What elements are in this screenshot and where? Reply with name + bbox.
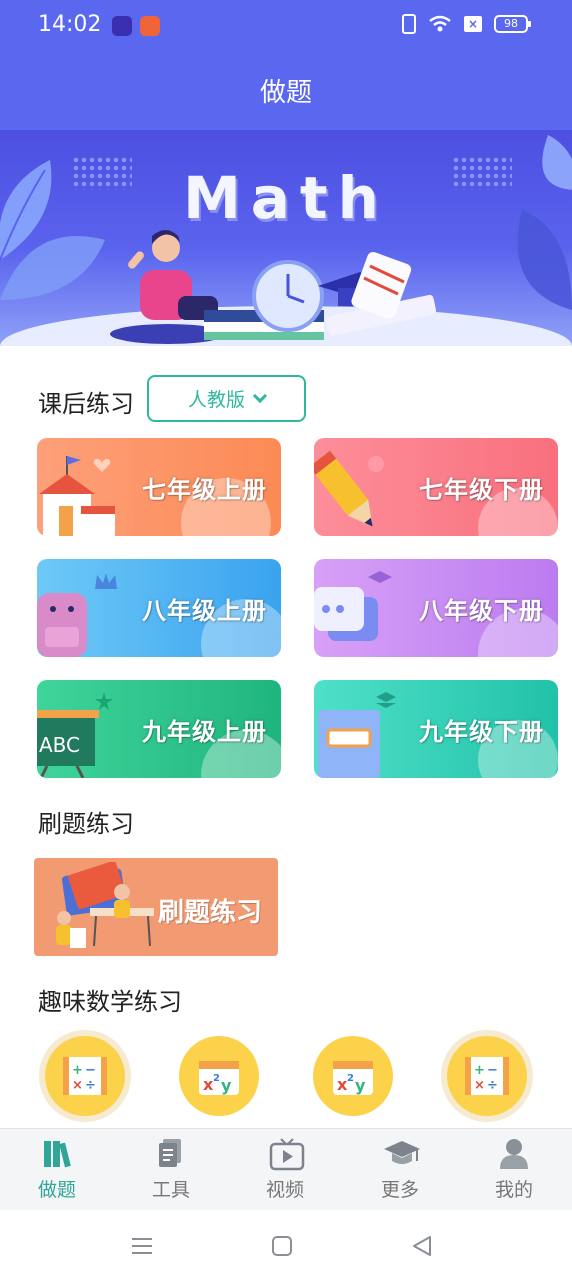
app-header: 14:02 × 98 做题 (0, 0, 572, 130)
banner-title: Math (183, 164, 389, 232)
grade-card-label: 七年级下册 (419, 476, 544, 504)
wifi-icon (429, 15, 451, 32)
no-sim-icon: × (464, 16, 482, 32)
grade-card-label: 八年级下册 (419, 597, 544, 625)
battery-level: 98 (504, 17, 518, 30)
chat-bubble-icon (314, 587, 378, 641)
chalkboard-icon: ABC (37, 710, 99, 778)
tab-more[interactable]: 更多 (360, 1137, 440, 1202)
svg-text:−: − (85, 1063, 96, 1078)
svg-text:ABC: ABC (39, 733, 80, 757)
tab-label: 工具 (151, 1179, 190, 1201)
tv-play-icon (269, 1137, 305, 1171)
drill-section-title: 刷题练习 (38, 810, 134, 838)
drill-practice-card[interactable]: 刷题练习 (34, 858, 278, 956)
svg-text:y: y (355, 1076, 366, 1095)
page-title: 做题 (259, 78, 312, 108)
backpack-icon (37, 593, 87, 657)
tab-label: 更多 (380, 1179, 419, 1201)
crown-icon (95, 573, 117, 589)
graduation-cap-icon (384, 1137, 420, 1169)
grade-card-label: 七年级上册 (142, 476, 267, 504)
equation-calendar-icon: x 2 y (199, 1061, 239, 1095)
flower-icon (368, 456, 384, 472)
heart-icon (93, 458, 111, 472)
equation-calendar-icon: x 2 y (333, 1061, 373, 1095)
tab-label: 视频 (265, 1179, 304, 1201)
notification-browser-icon (140, 16, 160, 36)
tab-video[interactable]: 视频 (245, 1137, 325, 1202)
grade-card-7-first[interactable]: 七年级上册 (37, 438, 281, 536)
arithmetic-board-icon: + − × ÷ (465, 1057, 509, 1095)
grade-card-label: 九年级上册 (142, 718, 267, 746)
svg-text:y: y (221, 1076, 232, 1095)
student-reading-illustration (110, 230, 437, 344)
fun-math-equation-1[interactable]: x 2 y (179, 1036, 259, 1116)
tab-practice[interactable]: 做题 (17, 1137, 97, 1202)
fun-math-arithmetic-2[interactable]: + − × ÷ (447, 1036, 527, 1116)
grade-card-label: 八年级上册 (142, 597, 267, 625)
arithmetic-board-icon: + − × ÷ (63, 1057, 107, 1095)
svg-text:×: × (474, 1078, 485, 1093)
status-bar: 14:02 × 98 (0, 0, 572, 52)
grade-card-7-second[interactable]: 七年级下册 (314, 438, 558, 536)
fun-math-equation-2[interactable]: x 2 y (313, 1036, 393, 1116)
drill-card-label: 刷题练习 (157, 898, 262, 928)
svg-text:−: − (487, 1063, 498, 1078)
menu-icon[interactable] (128, 1232, 156, 1260)
bottom-tab-bar: 做题 工具 视频 更多 我的 (0, 1128, 572, 1210)
clipboard-icon (155, 1137, 187, 1169)
svg-text:÷: ÷ (85, 1078, 96, 1093)
math-banner[interactable]: Math (0, 130, 572, 346)
svg-text:+: + (72, 1063, 83, 1078)
tab-label: 我的 (494, 1179, 533, 1201)
books-icon (41, 1137, 73, 1169)
system-nav-bar (0, 1210, 572, 1280)
status-time: 14:02 (38, 12, 102, 37)
grad-cap-small-icon (368, 571, 392, 583)
back-triangle-icon[interactable] (408, 1232, 436, 1260)
grade-card-label: 九年级下册 (419, 718, 544, 746)
battery-icon: 98 (494, 15, 531, 33)
svg-text:×: × (72, 1078, 83, 1093)
vibrate-icon (402, 14, 416, 34)
status-right-icons: × 98 (402, 14, 531, 34)
svg-text:÷: ÷ (487, 1078, 498, 1093)
tab-mine[interactable]: 我的 (474, 1137, 554, 1202)
tab-label: 做题 (37, 1179, 76, 1201)
grade-card-9-second[interactable]: 九年级下册 (314, 680, 558, 778)
stack-icon (376, 692, 396, 708)
after-class-title: 课后练习 (38, 390, 134, 418)
fun-math-section-title: 趣味数学练习 (38, 988, 182, 1016)
home-square-icon[interactable] (268, 1232, 296, 1260)
svg-text:2: 2 (213, 1073, 220, 1084)
fun-math-arithmetic-1[interactable]: + − × ÷ (45, 1036, 125, 1116)
tab-tools[interactable]: 工具 (131, 1137, 211, 1202)
edition-dropdown[interactable]: 人教版 (147, 375, 306, 422)
svg-text:2: 2 (347, 1073, 354, 1084)
notebook-icon (318, 710, 380, 778)
notification-app-icon (112, 16, 132, 36)
students-studying-illustration (56, 862, 154, 948)
svg-text:+: + (474, 1063, 485, 1078)
edition-label: 人教版 (187, 389, 245, 411)
star-icon (95, 692, 113, 710)
grade-card-8-first[interactable]: 八年级上册 (37, 559, 281, 657)
chevron-down-icon (252, 388, 268, 403)
person-icon (498, 1137, 530, 1169)
grade-card-9-first[interactable]: ABC 九年级上册 (37, 680, 281, 778)
grade-card-8-second[interactable]: 八年级下册 (314, 559, 558, 657)
